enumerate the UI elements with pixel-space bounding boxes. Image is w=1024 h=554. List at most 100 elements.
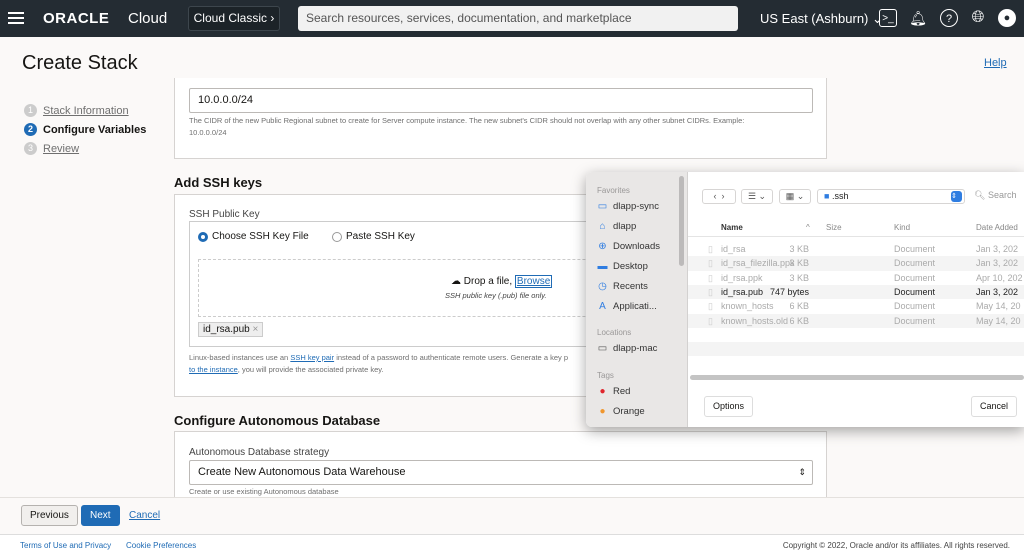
grid-view-button[interactable]: ▦ ⌄ — [779, 189, 811, 204]
select-arrows-icon: ⇕ — [798, 467, 806, 477]
sidebar-item-applications[interactable]: A Applicati... — [597, 301, 657, 312]
document-icon: ▯ — [708, 315, 713, 326]
action-bar: Previous Next Cancel — [0, 497, 1024, 534]
cloud-classic-button[interactable]: Cloud Classic › — [188, 6, 280, 31]
adb-strategy-select[interactable]: Create New Autonomous Data Warehouse ⇕ — [189, 460, 813, 485]
file-name: known_hosts — [721, 301, 774, 312]
file-kind: Document — [894, 315, 936, 326]
column-name[interactable]: Name — [721, 219, 743, 237]
drop-hint: SSH public key (.pub) file only. — [445, 291, 547, 300]
brand-suffix: Cloud — [128, 10, 168, 27]
browse-link[interactable]: Browse — [514, 275, 553, 288]
file-row[interactable]: ▯ known_hosts.old 6 KB Document May 14, 20 — [688, 313, 1024, 328]
profile-icon[interactable]: ● — [998, 9, 1016, 27]
sidebar-item-downloads[interactable]: ⊕ Downloads — [597, 241, 660, 252]
document-icon: ▯ — [708, 258, 713, 269]
sidebar-item-dlapp-mac[interactable]: ▭ dlapp-mac — [597, 343, 658, 354]
adb-heading: Configure Autonomous Database — [174, 413, 381, 428]
drop-text: ☁︎ Drop a file, Browse — [451, 275, 553, 288]
next-button[interactable]: Next — [81, 505, 120, 526]
to-instance-link[interactable]: to the instance — [189, 365, 238, 374]
file-size: 747 bytes — [769, 286, 809, 297]
home-icon: ⌂ — [599, 221, 606, 232]
document-icon: ▯ — [708, 244, 713, 254]
subnet-card: 10.0.0.0/24 The CIDR of the new Public R… — [174, 78, 827, 159]
brand-logo[interactable]: ORACLE — [43, 0, 109, 37]
file-kind: Document — [894, 258, 936, 269]
file-open-dialog: Favorites ▭ dlapp-sync ⌂ dlapp ⊕ Downloads … — [586, 172, 1024, 427]
step-review[interactable]: 3 Review — [24, 142, 79, 155]
file-kind: Document — [894, 286, 936, 297]
empty-row — [688, 342, 1024, 357]
ssh-label: SSH Public Key — [189, 209, 260, 220]
subnet-cidr-input[interactable]: 10.0.0.0/24 — [189, 88, 813, 113]
sidebar-item-dlapp[interactable]: ⌂ dlapp — [597, 221, 636, 232]
column-size[interactable]: Size — [826, 219, 842, 237]
dialog-sidebar: Favorites ▭ dlapp-sync ⌂ dlapp ⊕ Downloads … — [586, 172, 688, 427]
previous-button[interactable]: Previous — [21, 505, 78, 526]
sidebar-item-desktop[interactable]: ▬ Desktop — [597, 261, 648, 272]
file-row[interactable]: ▯ id_rsa 3 KB Document Jan 3, 202 — [688, 242, 1024, 256]
file-name: id_rsa.ppk — [721, 272, 763, 283]
file-date: Jan 3, 202 — [976, 286, 1019, 297]
file-date: Apr 10, 202 — [976, 272, 1023, 283]
file-size: 6 KB — [789, 315, 809, 326]
file-kind: Document — [894, 272, 936, 283]
help-icon[interactable]: ? — [940, 9, 958, 27]
tag-orange[interactable]: ● Orange — [597, 406, 644, 417]
folder-selector[interactable]: ■ .ssh ⇕ — [817, 189, 965, 204]
horizontal-scrollbar[interactable] — [690, 375, 1024, 380]
folder-icon: ▭ — [597, 201, 608, 212]
back-forward-buttons[interactable]: ‹ › — [702, 189, 736, 204]
radio-paste-key[interactable]: Paste SSH Key — [332, 231, 415, 242]
downloads-icon: ⊕ — [598, 241, 607, 252]
document-icon: ▯ — [708, 301, 713, 312]
radio-choose-file[interactable]: Choose SSH Key File — [198, 231, 309, 242]
remove-file-icon[interactable]: × — [252, 324, 258, 335]
copyright: Copyright © 2022, Oracle and/or its affi… — [782, 541, 1010, 550]
file-size: 3 KB — [789, 272, 809, 283]
applications-icon: A — [599, 301, 606, 312]
file-row[interactable]: ▯ id_rsa.ppk 3 KB Document Apr 10, 202 — [688, 271, 1024, 285]
list-view-button[interactable]: ☰ ⌄ — [741, 189, 773, 204]
file-row[interactable]: ▯ id_rsa.pub 747 bytes Document Jan 3, 202 — [688, 284, 1024, 300]
file-date: Jan 3, 202 — [976, 258, 1019, 269]
file-name: id_rsa_filezilla.ppk — [721, 258, 795, 269]
sidebar-item-recents[interactable]: ◷ Recents — [597, 281, 648, 292]
folder-icon: ■ — [824, 191, 830, 201]
top-bar: ORACLE Cloud Cloud Classic › Search reso… — [0, 0, 1024, 37]
step-stack-information[interactable]: 1 Stack Information — [24, 104, 129, 117]
column-kind[interactable]: Kind — [894, 219, 910, 237]
sidebar-scrollbar[interactable] — [679, 176, 684, 266]
help-link[interactable]: Help — [984, 57, 1007, 69]
search-input[interactable]: Search resources, services, documentatio… — [298, 6, 738, 31]
menu-icon[interactable] — [8, 12, 24, 14]
language-icon[interactable]: 🌐︎ — [969, 9, 987, 27]
region-selector[interactable]: US East (Ashburn) ⌄ — [760, 0, 883, 37]
options-button[interactable]: Options — [704, 396, 754, 417]
footer: Terms of Use and Privacy Cookie Preferen… — [0, 534, 1024, 554]
file-name: id_rsa — [721, 244, 746, 254]
empty-row — [688, 356, 1024, 370]
dialog-search-input[interactable]: 🔍︎ Search — [974, 190, 1016, 201]
dialog-cancel-button[interactable]: Cancel — [971, 396, 1018, 417]
cookie-preferences-link[interactable]: Cookie Preferences — [126, 541, 196, 550]
file-size: 6 KB — [789, 301, 809, 312]
cancel-link[interactable]: Cancel — [129, 510, 160, 521]
upload-cloud-icon: ☁︎ — [451, 276, 461, 287]
notifications-icon[interactable]: 🔔︎ — [909, 9, 927, 27]
adb-card: Autonomous Database strategy Create New … — [174, 431, 827, 497]
file-row[interactable]: ▯ known_hosts 6 KB Document May 14, 20 — [688, 299, 1024, 313]
terms-link[interactable]: Terms of Use and Privacy — [20, 541, 111, 550]
ssh-heading: Add SSH keys — [174, 175, 263, 190]
ssh-key-pair-link[interactable]: SSH key pair — [290, 353, 334, 362]
tag-red[interactable]: ● Red — [597, 386, 630, 397]
desktop-icon: ▬ — [597, 261, 608, 272]
column-date-added[interactable]: Date Added — [976, 219, 1018, 237]
file-row[interactable]: ▯ id_rsa_filezilla.ppk 3 KB Document Jan 3, … — [688, 256, 1024, 271]
sidebar-item-dlapp-sync[interactable]: ▭ dlapp-sync — [597, 201, 659, 212]
page-title: Create Stack — [22, 52, 138, 74]
cloud-shell-icon[interactable]: >_ — [879, 9, 897, 27]
file-name: known_hosts.old — [721, 315, 789, 326]
ssh-help: Linux-based instances use an SSH key pai… — [189, 353, 568, 374]
